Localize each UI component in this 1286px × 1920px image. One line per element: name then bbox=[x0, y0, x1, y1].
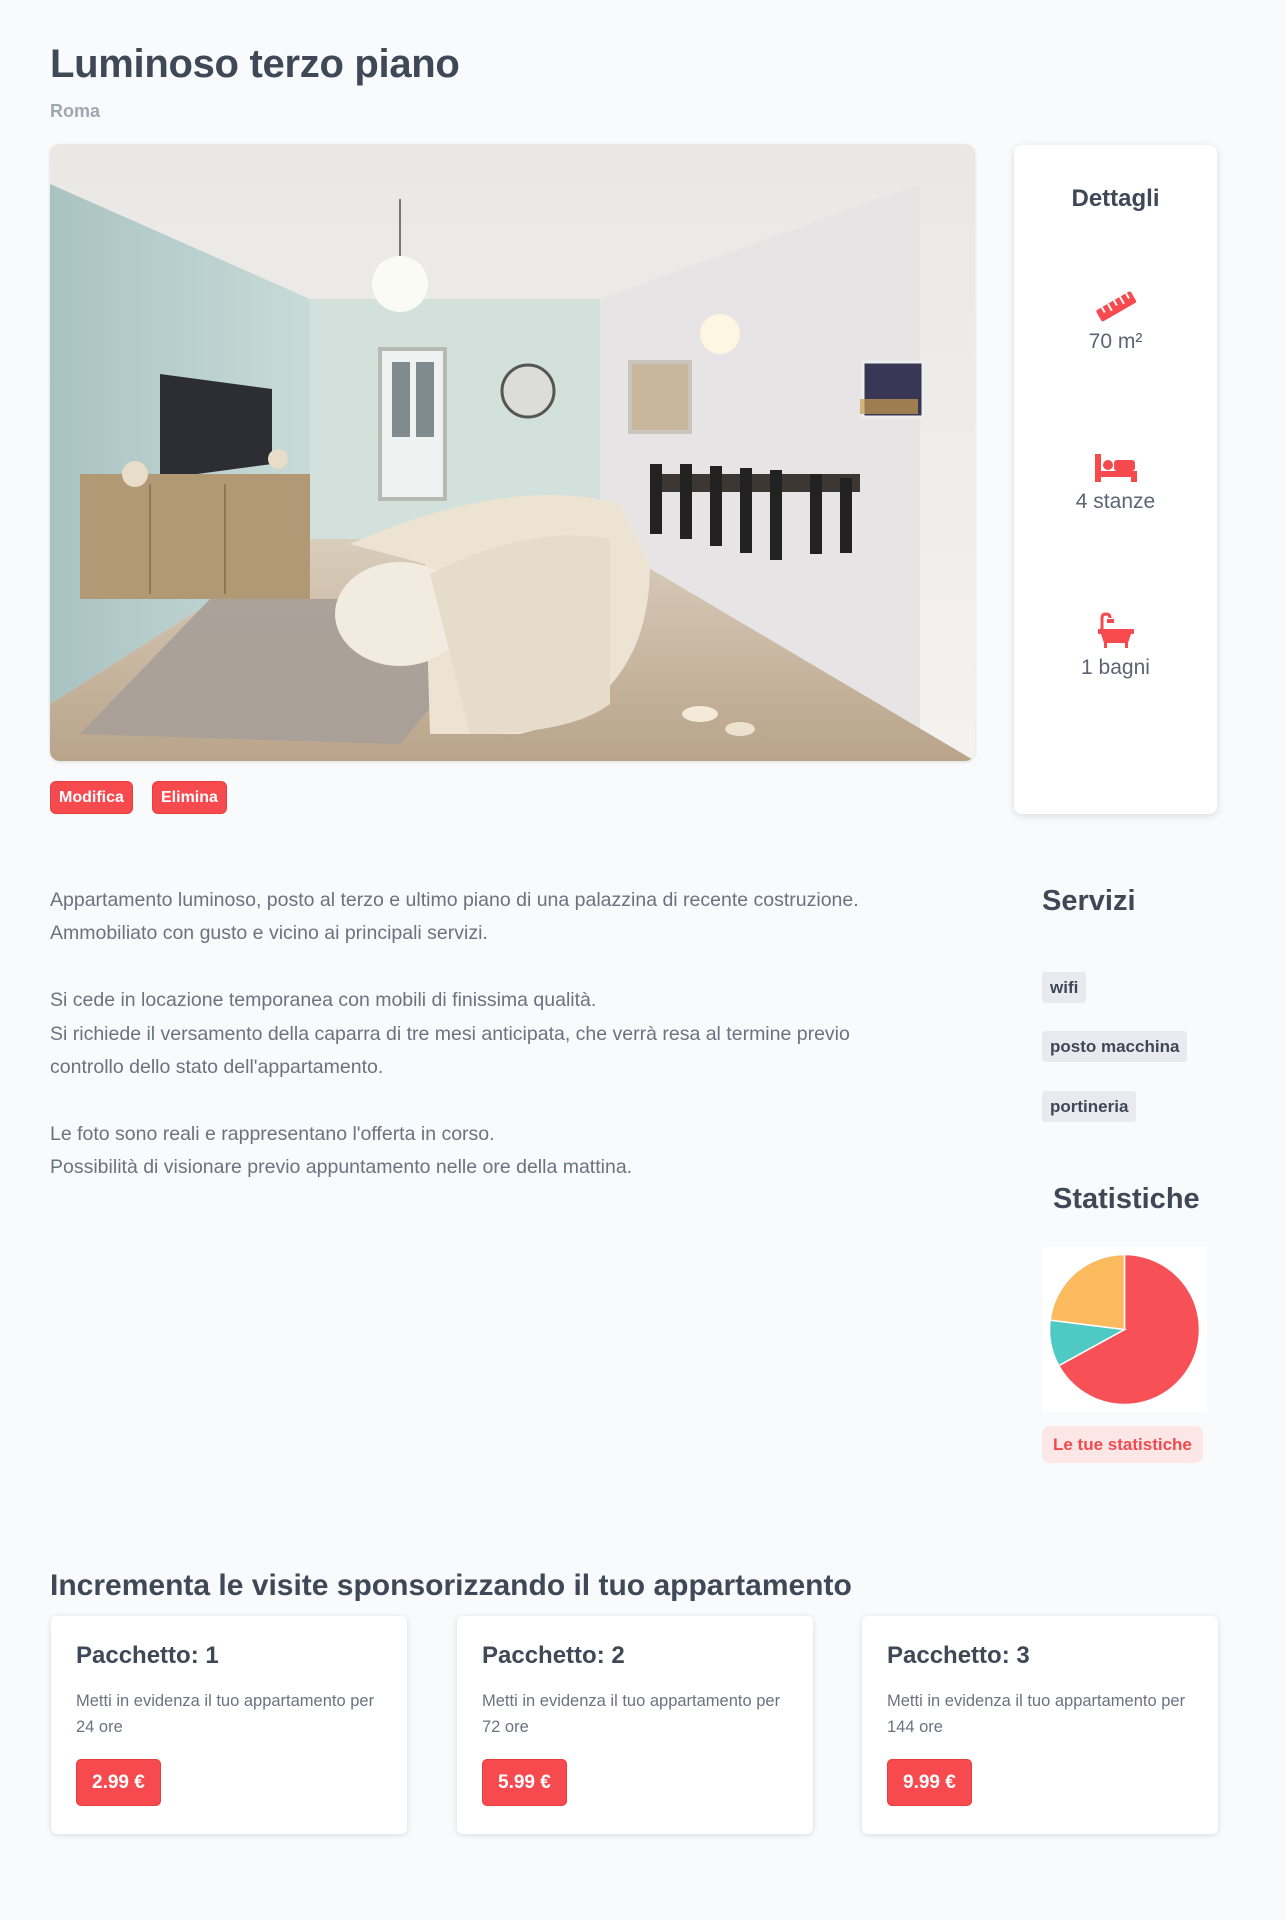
service-tag-concierge: portineria bbox=[1042, 1091, 1137, 1122]
package-title: Pacchetto: 3 bbox=[887, 1642, 1030, 1670]
detail-rooms-text: 4 stanze bbox=[1075, 490, 1156, 513]
package-number: 1 bbox=[205, 1642, 219, 1669]
description-line bbox=[50, 951, 980, 984]
stats-heading: Statistiche bbox=[1053, 1183, 1200, 1215]
service-tag-wifi: wifi bbox=[1042, 972, 1087, 1003]
package-prefix: Pacchetto: bbox=[76, 1642, 199, 1669]
package-title: Pacchetto: 1 bbox=[76, 1642, 219, 1670]
package-prefix: Pacchetto: bbox=[482, 1642, 605, 1669]
package-number: 2 bbox=[611, 1642, 625, 1669]
package-number: 3 bbox=[1016, 1642, 1030, 1669]
apartment-city: Roma bbox=[50, 101, 101, 121]
package-price-button[interactable]: 9.99 € bbox=[887, 1759, 972, 1806]
delete-button[interactable]: Elimina bbox=[152, 781, 227, 814]
detail-surface-text: 70 m² bbox=[1088, 330, 1143, 353]
apartment-title: Luminoso terzo piano bbox=[50, 42, 460, 86]
description-line: Si cede in locazione temporanea con mobi… bbox=[50, 989, 597, 1012]
description-line: controllo dello stato dell'appartamento. bbox=[50, 1056, 384, 1079]
package-description: Metti in evidenza il tuo appartamento pe… bbox=[482, 1692, 781, 1736]
your-stats-button[interactable]: Le tue statistiche bbox=[1042, 1426, 1203, 1463]
bathtub-icon bbox=[1097, 612, 1134, 648]
bed-icon bbox=[1094, 454, 1137, 482]
details-heading: Dettagli bbox=[1071, 185, 1160, 212]
detail-rooms: 4 stanze bbox=[1014, 450, 1217, 514]
package-description: Metti in evidenza il tuo appartamento pe… bbox=[76, 1692, 375, 1736]
detail-surface: 70 m² bbox=[1014, 288, 1217, 354]
pie-slice bbox=[1049, 1253, 1126, 1331]
package-card: Pacchetto: 3 Metti in evidenza il tuo ap… bbox=[862, 1616, 1218, 1834]
edit-button[interactable]: Modifica bbox=[50, 781, 133, 814]
package-prefix: Pacchetto: bbox=[887, 1642, 1010, 1669]
description-line bbox=[50, 1084, 980, 1117]
description-line: Ammobiliato con gusto e vicino ai princi… bbox=[50, 922, 488, 945]
service-tag-parking: posto macchina bbox=[1042, 1031, 1188, 1062]
package-title: Pacchetto: 2 bbox=[482, 1642, 625, 1670]
package-description: Metti in evidenza il tuo appartamento pe… bbox=[887, 1692, 1186, 1736]
description-line: Si richiede il versamento della caparra … bbox=[50, 1022, 850, 1045]
pie-svg bbox=[1048, 1253, 1201, 1406]
detail-bathrooms: 1 bagni bbox=[1014, 612, 1217, 680]
description-line: Appartamento luminoso, posto al terzo e … bbox=[50, 889, 859, 911]
ruler-icon bbox=[1095, 291, 1136, 322]
services-heading: Servizi bbox=[1042, 885, 1136, 917]
description-line: Possibilità di visionare previo appuntam… bbox=[50, 1156, 633, 1179]
stats-pie-chart bbox=[1042, 1247, 1207, 1412]
package-card: Pacchetto: 2 Metti in evidenza il tuo ap… bbox=[457, 1616, 813, 1834]
promotion-heading: Incrementa le visite sponsorizzando il t… bbox=[50, 1569, 852, 1602]
detail-bathrooms-text: 1 bagni bbox=[1081, 656, 1150, 679]
description-line: Le foto sono reali e rappresentano l'off… bbox=[50, 1122, 495, 1145]
apartment-photo bbox=[50, 144, 975, 761]
package-price-button[interactable]: 5.99 € bbox=[482, 1759, 567, 1806]
details-card: Dettagli 70 m² 4 stanze 1 bagni bbox=[1014, 145, 1217, 814]
apartment-description: Appartamento luminoso, posto al terzo e … bbox=[50, 884, 980, 1185]
package-card: Pacchetto: 1 Metti in evidenza il tuo ap… bbox=[51, 1616, 407, 1834]
package-price-button[interactable]: 2.99 € bbox=[76, 1759, 161, 1806]
